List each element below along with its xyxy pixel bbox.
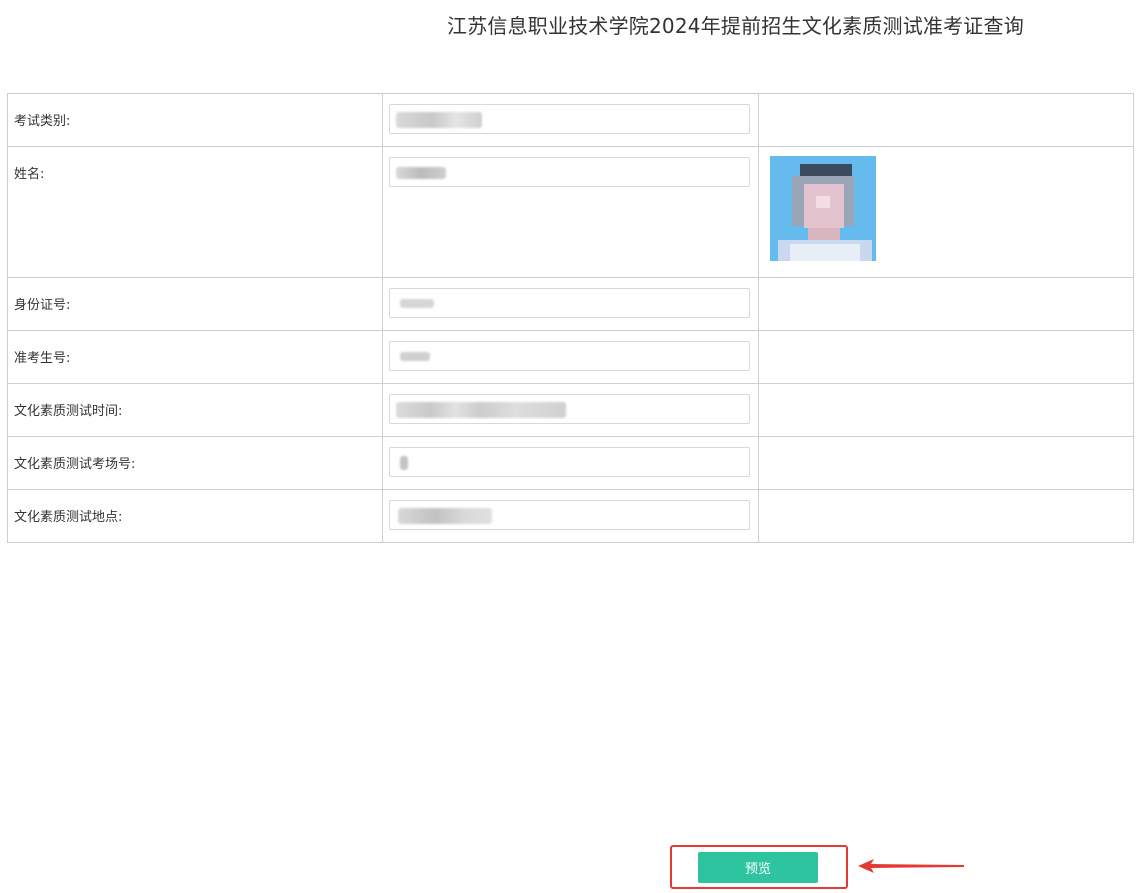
test-time-field[interactable]: [389, 394, 750, 424]
redacted-value: [396, 112, 482, 128]
test-room-field[interactable]: [389, 447, 750, 477]
admission-info-table: 考试类别: 姓名: 身份证号: 准考生号: 文化素质测试时间: 文化素质测试考场…: [7, 93, 1134, 543]
table-edge-divider: [1133, 93, 1146, 384]
test-location-label: 文化素质测试地点:: [14, 510, 123, 525]
table-row: 身份证号:: [7, 277, 1134, 331]
candidate-photo: [770, 156, 876, 261]
test-time-label: 文化素质测试时间:: [14, 404, 123, 419]
table-row: 文化素质测试时间:: [7, 383, 1134, 437]
arrow-left-icon: [858, 859, 964, 873]
id-number-label: 身份证号:: [14, 298, 71, 313]
exam-type-field[interactable]: [389, 104, 750, 134]
redacted-value: [400, 299, 434, 308]
candidate-number-label: 准考生号:: [14, 351, 71, 366]
redacted-value: [396, 402, 566, 418]
page-title: 江苏信息职业技术学院2024年提前招生文化素质测试准考证查询: [447, 14, 1024, 38]
redacted-value: [400, 456, 408, 470]
preview-button[interactable]: 预览: [698, 852, 818, 883]
test-room-label: 文化素质测试考场号:: [14, 457, 136, 472]
table-row: 文化素质测试考场号:: [7, 436, 1134, 490]
redacted-value: [400, 352, 430, 361]
redacted-value: [396, 167, 446, 179]
name-field[interactable]: [389, 157, 750, 187]
table-row: 姓名:: [7, 146, 1134, 278]
table-row: 准考生号:: [7, 330, 1134, 384]
name-label: 姓名:: [14, 167, 45, 182]
id-number-field[interactable]: [389, 288, 750, 318]
test-location-field[interactable]: [389, 500, 750, 530]
table-row: 考试类别:: [7, 93, 1134, 147]
candidate-number-field[interactable]: [389, 341, 750, 371]
redacted-value: [398, 508, 492, 524]
table-row: 文化素质测试地点:: [7, 489, 1134, 543]
exam-type-label: 考试类别:: [14, 114, 71, 129]
